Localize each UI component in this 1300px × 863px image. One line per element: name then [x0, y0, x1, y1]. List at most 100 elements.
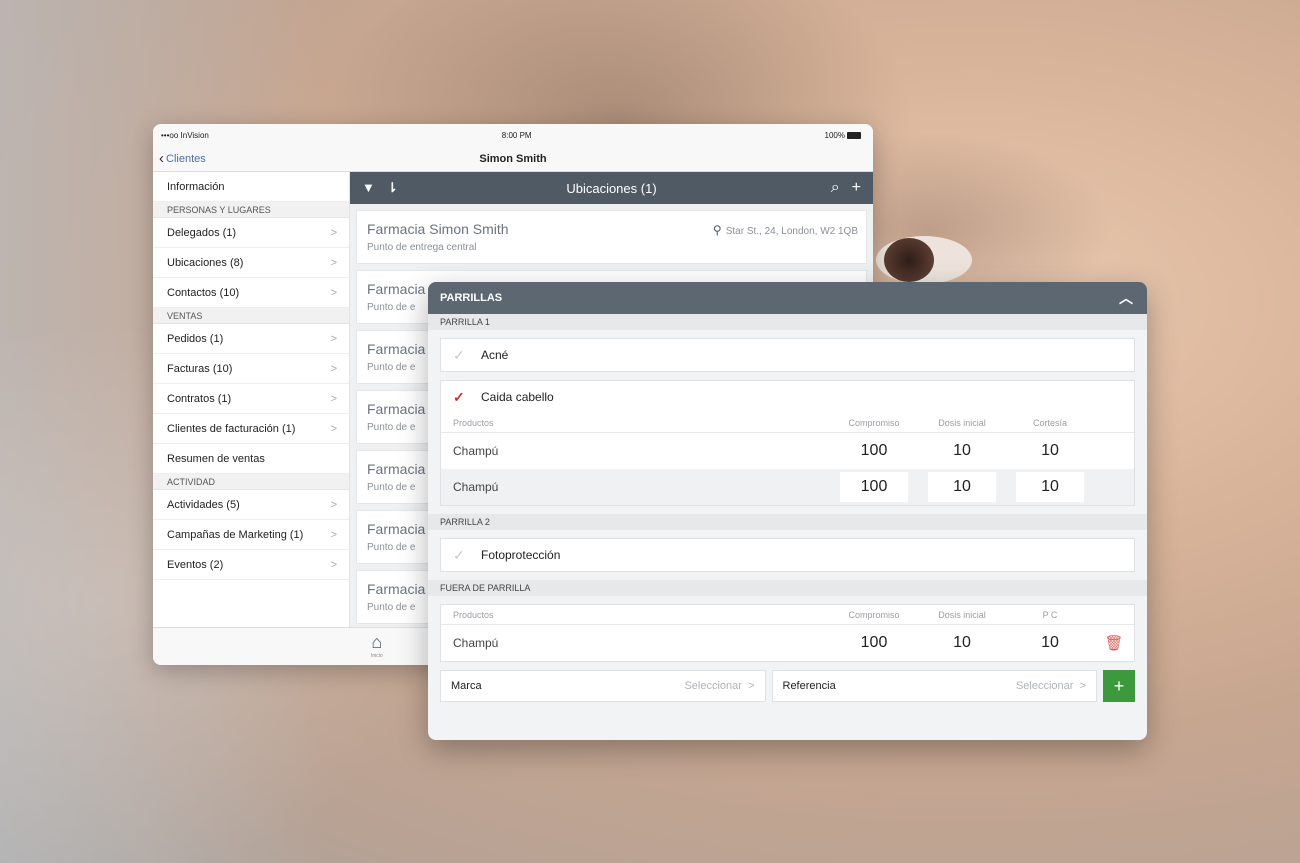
sidebar-item-actividades[interactable]: Actividades (5) >: [153, 490, 349, 520]
status-bar: •••oo InVision 8:00 PM 100%: [153, 124, 873, 146]
sidebar-item-label: Facturas (10): [167, 362, 233, 375]
sidebar-item-label: Pedidos (1): [167, 332, 224, 345]
product-name: Champú: [453, 636, 499, 650]
carrier-label: •••oo InVision: [161, 130, 209, 140]
marca-hint: Seleccionar >: [684, 680, 754, 692]
dosis-inicial-input[interactable]: 10: [928, 472, 996, 502]
compromiso-input[interactable]: 100: [840, 472, 908, 502]
back-label: Clientes: [166, 152, 206, 165]
sidebar-item-ubicaciones[interactable]: Ubicaciones (8) >: [153, 248, 349, 278]
referencia-hint-text: Seleccionar: [1015, 680, 1074, 692]
parrilla-item-acne[interactable]: ✓ Acné: [440, 338, 1135, 372]
col-pc: P C: [1042, 609, 1058, 620]
filter-icon[interactable]: ▼: [362, 180, 375, 196]
compromiso-input[interactable]: 100: [840, 436, 908, 466]
sidebar-item-clientes-facturacion[interactable]: Clientes de facturación (1) >: [153, 414, 349, 444]
sidebar-item-contactos[interactable]: Contactos (10) >: [153, 278, 349, 308]
sidebar-item-pedidos[interactable]: Pedidos (1) >: [153, 324, 349, 354]
chevron-right-icon: >: [330, 332, 337, 345]
parrilla-item-label: Caida cabello: [481, 390, 554, 404]
parrilla-2-label: PARRILLA 2: [428, 514, 1147, 530]
trash-icon[interactable]: 🗑: [1094, 634, 1134, 652]
battery-indicator: 100%: [825, 131, 861, 140]
sidebar-item-eventos[interactable]: Eventos (2) >: [153, 550, 349, 580]
parrilla-item-fotoproteccion[interactable]: ✓ Fotoprotección: [440, 538, 1135, 572]
marca-hint-text: Seleccionar: [684, 680, 742, 692]
plus-icon[interactable]: +: [852, 179, 861, 197]
parrilla-1-label: PARRILLA 1: [428, 314, 1147, 330]
compromiso-input[interactable]: 100: [840, 628, 908, 658]
chevron-right-icon: >: [330, 422, 337, 435]
chevron-right-icon: >: [330, 392, 337, 405]
chevron-right-icon: >: [1079, 680, 1086, 692]
sidebar-item-label: Resumen de ventas: [167, 452, 265, 465]
nav-bar: ‹ Clientes Simon Smith: [153, 146, 873, 172]
add-product-row: Marca Seleccionar > Referencia Seleccion…: [440, 670, 1135, 702]
sidebar-item-campanas[interactable]: Campañas de Marketing (1) >: [153, 520, 349, 550]
marca-label: Marca: [451, 680, 482, 692]
tab-home-label: Inicio: [371, 653, 383, 659]
product-name: Champú: [453, 444, 499, 458]
col-productos: Productos: [453, 609, 494, 620]
location-card[interactable]: Farmacia Simon Smith Punto de entrega ce…: [356, 210, 867, 264]
sort-icon[interactable]: ⇂: [387, 180, 398, 196]
location-subtitle: Punto de entrega central: [367, 242, 477, 253]
locations-toolbar: ▼ ⇂ Ubicaciones (1) ⌕ +: [350, 172, 873, 204]
cortesia-input[interactable]: 10: [1016, 472, 1084, 502]
check-icon[interactable]: ✓: [453, 389, 473, 406]
products-header: Productos Compromiso Dosis inicial P C: [441, 605, 1134, 625]
sidebar-item-label: Campañas de Marketing (1): [167, 528, 304, 541]
sidebar-item-label: Actividades (5): [167, 498, 240, 511]
products-header: Productos Compromiso Dosis inicial Corte…: [441, 413, 1134, 433]
col-dosis-inicial: Dosis inicial: [938, 609, 986, 620]
sidebar-item-label: Ubicaciones (8): [167, 256, 244, 269]
product-row: Champú 100 10 10 🗑: [441, 625, 1134, 661]
parrillas-title: PARRILLAS: [440, 292, 503, 304]
dosis-inicial-input[interactable]: 10: [928, 436, 996, 466]
parrilla-item-header[interactable]: ✓ Caida cabello: [441, 381, 1134, 413]
col-compromiso: Compromiso: [848, 609, 900, 620]
sidebar-item-informacion[interactable]: Información: [153, 172, 349, 202]
search-icon[interactable]: ⌕: [831, 179, 840, 197]
parrillas-panel: PARRILLAS ︿ PARRILLA 1 ✓ Acné ✓ Caida ca…: [428, 282, 1147, 740]
referencia-hint: Seleccionar >: [1016, 680, 1086, 692]
sidebar-item-delegados[interactable]: Delegados (1) >: [153, 218, 349, 248]
sidebar-section-header: ACTIVIDAD: [153, 474, 349, 490]
add-product-button[interactable]: +: [1103, 670, 1135, 702]
col-dosis-inicial: Dosis inicial: [938, 417, 986, 428]
time-label: 8:00 PM: [501, 130, 532, 140]
pc-input[interactable]: 10: [1016, 628, 1084, 658]
chevron-right-icon: >: [330, 256, 337, 269]
chevron-right-icon: >: [330, 286, 337, 299]
referencia-label: Referencia: [782, 680, 836, 692]
sidebar-item-resumen-ventas[interactable]: Resumen de ventas: [153, 444, 349, 474]
col-cortesia: Cortesía: [1032, 417, 1067, 428]
battery-icon: [846, 131, 861, 139]
referencia-select[interactable]: Referencia Seleccionar >: [771, 670, 1097, 702]
product-row: Champú 100 10 10: [441, 469, 1134, 505]
parrilla-item-label: Fotoprotección: [481, 548, 561, 562]
check-icon[interactable]: ✓: [453, 347, 473, 364]
sidebar-item-facturas[interactable]: Facturas (10) >: [153, 354, 349, 384]
sidebar-item-label: Eventos (2): [167, 558, 224, 571]
location-address-text: Star St., 24, London, W2 1QB: [725, 226, 858, 237]
dosis-inicial-input[interactable]: 10: [928, 628, 996, 658]
check-icon[interactable]: ✓: [453, 547, 473, 564]
back-button[interactable]: ‹ Clientes: [153, 151, 206, 166]
chevron-right-icon: >: [330, 226, 337, 239]
cortesia-input[interactable]: 10: [1016, 436, 1084, 466]
sidebar-item-contratos[interactable]: Contratos (1) >: [153, 384, 349, 414]
chevron-right-icon: >: [330, 362, 337, 375]
chevron-up-icon[interactable]: ︿: [1119, 288, 1133, 308]
chevron-right-icon: >: [748, 680, 755, 692]
parrilla-item-caida-cabello: ✓ Caida cabello Productos Compromiso Dos…: [440, 380, 1135, 506]
marca-select[interactable]: Marca Seleccionar >: [440, 670, 766, 702]
locations-title: Ubicaciones (1): [566, 180, 657, 196]
home-icon: ⌂: [371, 632, 383, 652]
sidebar: Información PERSONAS Y LUGARES Delegados…: [153, 172, 350, 643]
sidebar-section-header: VENTAS: [153, 308, 349, 324]
tab-home[interactable]: ⌂ Inicio: [371, 632, 383, 659]
parrillas-header[interactable]: PARRILLAS ︿: [428, 282, 1147, 314]
sidebar-item-label: Clientes de facturación (1): [167, 422, 296, 435]
battery-label: 100%: [824, 130, 845, 140]
